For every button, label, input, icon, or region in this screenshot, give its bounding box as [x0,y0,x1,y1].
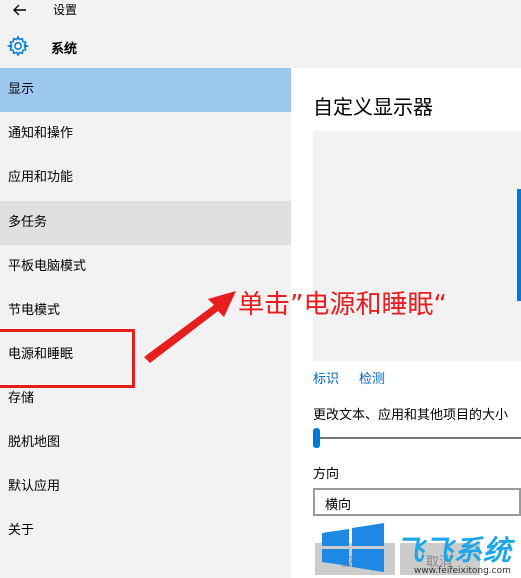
windows-logo-icon [322,523,384,572]
sidebar-item-tablet-mode[interactable]: 平板电脑模式 [0,245,291,289]
sidebar-item-label: 平板电脑模式 [8,259,87,274]
annotation-arrow-icon [144,291,236,363]
sidebar-item-label: 通知和操作 [8,126,74,141]
sidebar-item-notifications[interactable]: 通知和操作 [0,112,291,156]
monitor-tile[interactable] [517,189,521,301]
scale-slider-track[interactable] [315,437,521,439]
sidebar-item-label: 默认应用 [8,479,61,494]
sidebar-item-default-apps[interactable]: 默认应用 [0,465,291,509]
sidebar-item-offline-maps[interactable]: 脱机地图 [0,421,291,465]
window-title: 设置 [53,3,78,17]
scale-slider-thumb[interactable] [313,428,320,448]
annotation-text: 单击”电源和睡眠“ [238,290,447,320]
page-header-title: 系统 [51,42,78,57]
page-title: 自定义显示器 [313,95,433,119]
sidebar-item-label: 存储 [8,391,35,406]
scale-label: 更改文本、应用和其他项目的大小 [313,408,509,423]
orientation-label: 方向 [313,467,340,482]
watermark-url: www.feifeixitong.com [414,566,511,576]
orientation-dropdown[interactable]: 横向 [313,488,521,516]
title-bar: 设置 系统 [0,0,521,68]
identify-link[interactable]: 标识 [313,368,339,387]
back-arrow-icon[interactable] [12,2,28,18]
sidebar-item-label: 节电模式 [8,303,61,318]
sidebar-item-label: 显示 [8,82,35,97]
sidebar-item-label: 应用和功能 [8,170,74,185]
sidebar-item-label: 关于 [8,523,35,538]
sidebar-item-label: 多任务 [8,215,48,230]
sidebar-item-about[interactable]: 关于 [0,509,291,553]
gear-icon [7,35,29,57]
sidebar-item-apps-features[interactable]: 应用和功能 [0,156,291,200]
sidebar-item-label: 脱机地图 [8,435,61,450]
detect-link[interactable]: 检测 [359,368,385,387]
sidebar-item-display[interactable]: 显示 [0,68,291,112]
watermark: 飞飞系统 www.feifeixitong.com [318,521,521,578]
watermark-text: 飞飞系统 [396,534,513,567]
sidebar-item-multitasking[interactable]: 多任务 [0,201,291,245]
orientation-value: 横向 [325,498,352,513]
annotation-highlight-box [0,329,135,388]
monitor-preview[interactable] [313,131,521,361]
